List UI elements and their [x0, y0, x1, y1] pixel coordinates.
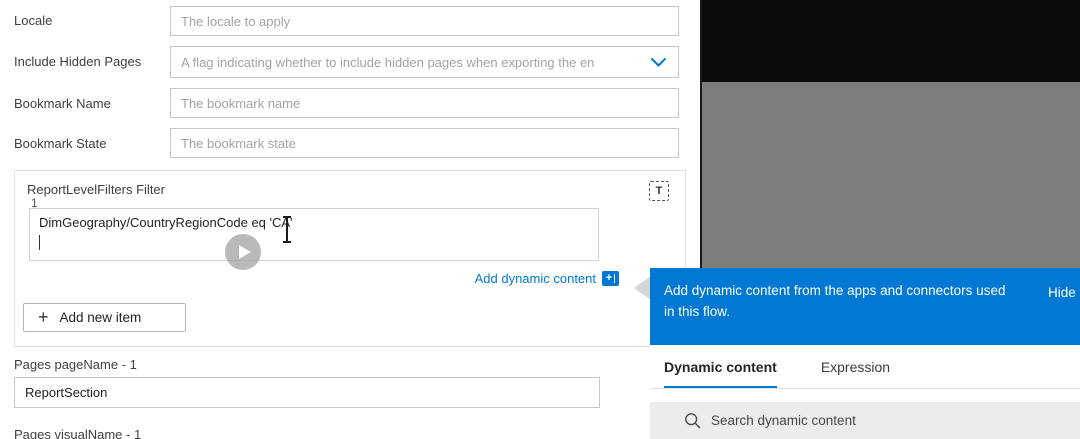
tab-expression[interactable]: Expression: [821, 345, 890, 389]
search-placeholder: Search dynamic content: [711, 413, 856, 428]
add-dynamic-content-row: Add dynamic content +: [375, 271, 619, 286]
locale-input[interactable]: [170, 6, 679, 36]
search-dynamic-content-input[interactable]: Search dynamic content: [650, 402, 1080, 439]
adc-bar-glyph: [614, 274, 616, 283]
tab-dynamic-content[interactable]: Dynamic content: [664, 345, 777, 389]
play-icon: [239, 245, 251, 259]
include-hidden-pages-dropdown[interactable]: A flag indicating whether to include hid…: [170, 46, 679, 78]
add-new-item-button[interactable]: + Add new item: [23, 303, 186, 332]
include-hidden-pages-label: Include Hidden Pages: [14, 54, 142, 69]
chevron-down-icon[interactable]: [651, 57, 666, 67]
hide-link[interactable]: Hide: [1048, 285, 1076, 300]
adc-plus-glyph: +: [605, 272, 613, 284]
bookmark-state-label: Bookmark State: [14, 136, 107, 151]
reportlevelfilters-section-title: ReportLevelFilters Filter: [27, 182, 165, 197]
filter-value-textarea[interactable]: DimGeography/CountryRegionCode eq 'CA': [29, 208, 599, 261]
include-hidden-pages-value: A flag indicating whether to include hid…: [181, 54, 595, 70]
pages-visualname-label: Pages visualName - 1: [14, 427, 142, 439]
panel-tabs: Dynamic content Expression: [664, 345, 890, 389]
screen: Locale Include Hidden Pages A flag indic…: [0, 0, 1080, 439]
search-icon: [685, 413, 701, 429]
text-cursor: [281, 216, 293, 243]
callout-banner-text: Add dynamic content from the apps and co…: [664, 283, 1006, 319]
array-toggle-glyph: T: [655, 185, 663, 197]
bookmark-state-input[interactable]: [170, 128, 679, 158]
filter-value-line: DimGeography/CountryRegionCode eq 'CA': [39, 215, 293, 230]
text-caret: [39, 235, 40, 250]
backdrop-gray-region: [702, 82, 1080, 268]
add-dynamic-content-icon[interactable]: +: [602, 271, 619, 286]
panel-divider: [650, 388, 1080, 389]
dynamic-content-panel: Dynamic content Expression Search dynami…: [650, 345, 1080, 439]
plus-icon: +: [38, 306, 49, 327]
reportlevelfilters-section: ReportLevelFilters Filter T 1 DimGeograp…: [14, 170, 686, 347]
add-dynamic-content-link[interactable]: Add dynamic content: [475, 271, 596, 286]
pages-pagename-input[interactable]: [14, 377, 600, 408]
callout-beak: [634, 276, 651, 300]
switch-to-input-entire-array-icon[interactable]: T: [649, 181, 669, 201]
window-edge-line: [700, 0, 702, 268]
bookmark-name-label: Bookmark Name: [14, 96, 111, 111]
bookmark-name-input[interactable]: [170, 88, 679, 118]
locale-label: Locale: [14, 13, 53, 28]
pages-pagename-label: Pages pageName - 1: [14, 357, 137, 372]
dynamic-content-callout-banner: Add dynamic content from the apps and co…: [650, 268, 1080, 345]
add-new-item-label: Add new item: [59, 310, 142, 325]
backdrop-black-region: [702, 0, 1080, 82]
play-button-overlay[interactable]: [225, 234, 261, 270]
